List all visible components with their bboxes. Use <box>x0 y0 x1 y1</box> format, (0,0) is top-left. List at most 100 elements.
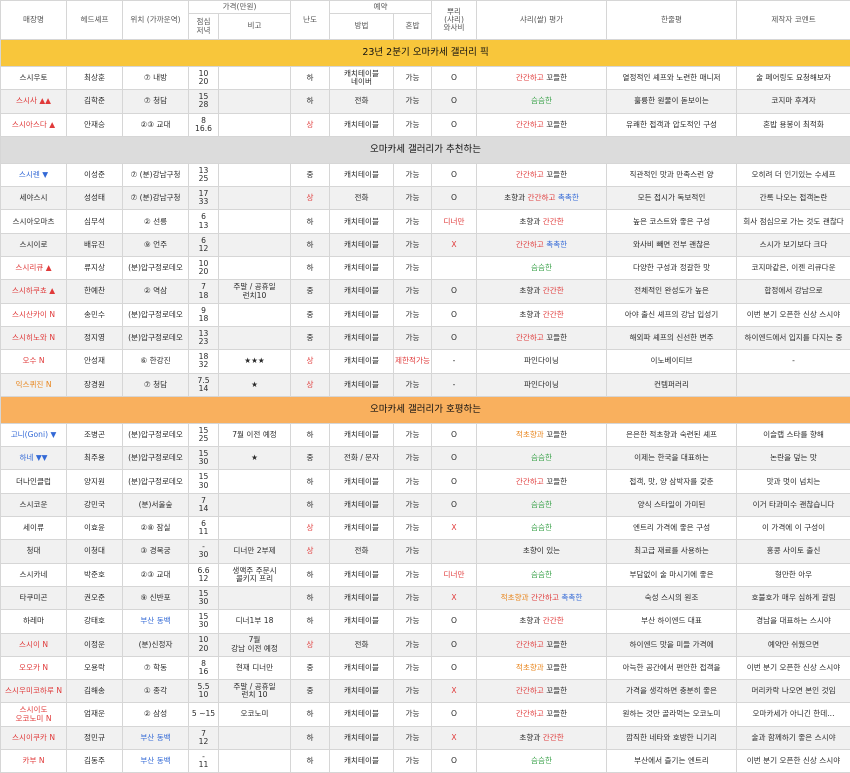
shari-eval-part: 슴슴한 <box>531 96 552 105</box>
maker-comment: 회사 점심으로 가는 것도 괜찮다 <box>737 210 850 233</box>
location: ②③ 교대 <box>123 113 189 136</box>
difficulty: 중 <box>291 680 330 703</box>
reservation-method: 전화 <box>330 633 394 656</box>
wasabi <box>432 257 477 280</box>
price: 9 18 <box>189 303 219 326</box>
reservation-method: 캐치테이블 <box>330 303 394 326</box>
price: 13 25 <box>189 163 219 186</box>
shari-eval-part: 간간한 <box>543 217 564 226</box>
solo-dining: 가능 <box>394 447 432 470</box>
restaurant-name: 스시이도 오코노미 N <box>1 703 67 726</box>
one-line-review: 와사비 빼면 전부 괜찮은 <box>607 233 737 256</box>
difficulty: 하 <box>291 257 330 280</box>
location: (분)압구정로데오 <box>123 423 189 446</box>
price: 7 18 <box>189 280 219 303</box>
shari-eval-part: 슴슴한 <box>531 263 552 272</box>
solo-dining: 가능 <box>394 750 432 773</box>
solo-dining: 가능 <box>394 303 432 326</box>
solo-dining: 가능 <box>394 726 432 749</box>
price: 6.6 12 <box>189 563 219 586</box>
maker-comment: 호불호가 매우 심하게 갈림 <box>737 586 850 609</box>
difficulty: 하 <box>291 703 330 726</box>
header-name: 매장명 <box>1 1 67 40</box>
one-line-review: 높은 코스트와 좋은 구성 <box>607 210 737 233</box>
restaurant-name: 오수 N <box>1 350 67 373</box>
reservation-method: 캐치테이블 <box>330 326 394 349</box>
price: 15 30 <box>189 610 219 633</box>
solo-dining: 가능 <box>394 187 432 210</box>
location: ① 종각 <box>123 680 189 703</box>
shari-eval: 슴슴한 <box>477 563 607 586</box>
shari-eval: 슴슴한 <box>477 90 607 113</box>
head-chef: 안성재 <box>67 350 123 373</box>
location: (분)압구정로데오 <box>123 257 189 280</box>
location: ⑦ (분)강남구청 <box>123 163 189 186</box>
head-chef: 류지상 <box>67 257 123 280</box>
maker-comment: 하이엔드에서 입지를 다지는 중 <box>737 326 850 349</box>
wasabi: O <box>432 113 477 136</box>
wasabi: X <box>432 517 477 540</box>
difficulty: 상 <box>291 373 330 396</box>
one-line-review: 전체적인 완성도가 높은 <box>607 280 737 303</box>
shari-eval-part: 촉촉한 <box>544 240 567 249</box>
head-chef: 강태호 <box>67 610 123 633</box>
header-comment: 제작자 코멘트 <box>737 1 850 40</box>
maker-comment: 오히려 더 인기있는 수세프 <box>737 163 850 186</box>
wasabi: O <box>432 656 477 679</box>
head-chef: 오용락 <box>67 656 123 679</box>
one-line-review: 모든 접시가 독보적인 <box>607 187 737 210</box>
wasabi: - <box>432 350 477 373</box>
header-price-note: 비고 <box>219 14 291 40</box>
wasabi: O <box>432 750 477 773</box>
table-row: 스시하쿠쵸 ▲한예찬② 역삼7 18주말 / 공휴일 런치10중캐치테이블가능O… <box>1 280 850 303</box>
wasabi: O <box>432 67 477 90</box>
one-line-review: 아야 출신 셰프의 강남 입성기 <box>607 303 737 326</box>
price: - 11 <box>189 750 219 773</box>
restaurant-name: 스시우미코하루 N <box>1 680 67 703</box>
solo-dining: 가능 <box>394 540 432 563</box>
maker-comment: 스시가 보기보다 크다 <box>737 233 850 256</box>
table-row: 스시이 N이정운(분)신정자10 207월 강남 이전 예정상전화가능O간간하고… <box>1 633 850 656</box>
price: 5 ~15 <box>189 703 219 726</box>
difficulty: 하 <box>291 90 330 113</box>
head-chef: 조병곤 <box>67 423 123 446</box>
restaurant-name: 고니(Goni) ▼ <box>1 423 67 446</box>
shari-eval: 간간하고 꼬들한 <box>477 326 607 349</box>
price-note <box>219 470 291 493</box>
difficulty: 상 <box>291 350 330 373</box>
restaurant-name: 스시코운 <box>1 493 67 516</box>
table-row: 스시카네박준호②③ 교대6.6 12생맥주 주문시 콜키지 프리하캐치테이블가능… <box>1 563 850 586</box>
price-note <box>219 517 291 540</box>
price: 6 12 <box>189 233 219 256</box>
wasabi: O <box>432 633 477 656</box>
solo-dining: 가능 <box>394 163 432 186</box>
table-row: 스시리큐 ▲류지상(분)압구정로데오10 20하캐치테이블가능슴슴한다양한 구성… <box>1 257 850 280</box>
shari-eval: 초향과 간간한 <box>477 303 607 326</box>
reservation-method: 캐치테이블 <box>330 656 394 679</box>
difficulty: 하 <box>291 726 330 749</box>
maker-comment: 논란을 덮는 맛 <box>737 447 850 470</box>
maker-comment: 이거 타과미수 괜찮습니다 <box>737 493 850 516</box>
price: 7 12 <box>189 726 219 749</box>
shari-eval: 간간하고 꼬들한 <box>477 680 607 703</box>
wasabi: O <box>432 423 477 446</box>
price-note: 생맥주 주문시 콜키지 프리 <box>219 563 291 586</box>
reservation-method: 캐치테이블 <box>330 233 394 256</box>
one-line-review: 아늑한 공간에서 편안한 접객을 <box>607 656 737 679</box>
shari-eval: 초향과 간간한 <box>477 610 607 633</box>
shari-eval-part: 꼬들한 <box>544 333 567 342</box>
price: 15 25 <box>189 423 219 446</box>
wasabi: O <box>432 280 477 303</box>
difficulty: 하 <box>291 610 330 633</box>
difficulty: 하 <box>291 67 330 90</box>
price-note <box>219 67 291 90</box>
shari-eval: 슴슴한 <box>477 493 607 516</box>
price: 5.5 10 <box>189 680 219 703</box>
shari-eval: 간간하고 꼬들한 <box>477 113 607 136</box>
section-title: 23년 2분기 오마카세 갤러리 픽 <box>1 40 850 67</box>
solo-dining: 가능 <box>394 493 432 516</box>
location: ②③ 교대 <box>123 563 189 586</box>
price-note: 7월 이전 예정 <box>219 423 291 446</box>
solo-dining: 가능 <box>394 586 432 609</box>
price: 10 20 <box>189 257 219 280</box>
